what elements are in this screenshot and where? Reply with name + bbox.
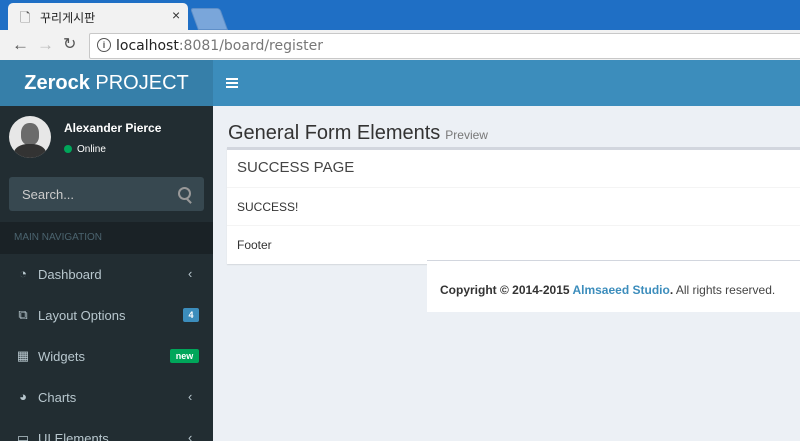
sidebar-item-layout-options[interactable]: ⧉ Layout Options 4 — [0, 295, 213, 336]
user-panel: Alexander Pierce Online — [0, 106, 213, 168]
page-title: General Form Elements Preview — [228, 122, 488, 144]
content-box: SUCCESS PAGE SUCCESS! Footer — [227, 147, 800, 264]
user-status[interactable]: Online — [64, 144, 106, 155]
sidebar-item-charts[interactable]: ◕ Charts ‹ — [0, 377, 213, 418]
section-header: MAIN NAVIGATION — [0, 222, 213, 254]
url-text: localhost:8081/board/register — [116, 38, 324, 54]
app-logo[interactable]: Zerock PROJECT — [0, 60, 213, 106]
address-bar[interactable]: i localhost:8081/board/register — [89, 33, 800, 59]
top-navbar — [213, 60, 800, 106]
browser-toolbar: ← → ↻ i localhost:8081/board/register — [0, 30, 800, 61]
box-title: SUCCESS PAGE — [237, 159, 355, 176]
back-arrow-icon[interactable]: ← — [12, 35, 29, 55]
box-footer-text: Footer — [237, 238, 272, 252]
copyright-text: Copyright © 2014-2015 Almsaeed Studio. A… — [440, 283, 776, 297]
search-icon[interactable] — [178, 187, 191, 200]
page-icon: 🗋 — [20, 10, 31, 25]
company-link[interactable]: Almsaeed Studio — [572, 283, 669, 297]
box-footer: Footer — [227, 226, 800, 263]
close-icon[interactable]: × — [172, 7, 180, 23]
dashboard-icon: ◔ — [19, 266, 27, 281]
page-footer: Copyright © 2014-2015 Almsaeed Studio. A… — [427, 260, 800, 312]
forward-arrow-icon[interactable]: → — [37, 35, 54, 55]
tab-title: 꾸리게시판 — [40, 11, 96, 25]
page-subtitle: Preview — [445, 128, 488, 142]
new-badge: new — [170, 349, 199, 363]
chevron-left-icon: ‹ — [188, 266, 193, 281]
laptop-icon: ▭ — [16, 430, 30, 441]
th-icon: ▦ — [16, 348, 30, 363]
browser-tab[interactable]: 🗋 꾸리게시판 × — [8, 3, 188, 30]
chevron-left-icon: ‹ — [188, 389, 193, 404]
sidebar-item-ui-elements[interactable]: ▭ UI Elements ‹ — [0, 418, 213, 441]
avatar — [9, 116, 51, 158]
count-badge: 4 — [183, 308, 199, 322]
browser-tab-strip: 🗋 꾸리게시판 × — [0, 0, 800, 30]
sidebar-search — [9, 177, 204, 211]
files-icon: ⧉ — [18, 307, 28, 322]
info-icon[interactable]: i — [97, 38, 111, 52]
box-body: SUCCESS! — [227, 188, 800, 226]
user-name: Alexander Pierce — [64, 121, 162, 135]
hamburger-menu-icon[interactable] — [226, 78, 238, 88]
reload-icon[interactable]: ↻ — [63, 35, 76, 55]
online-dot-icon — [64, 145, 72, 153]
box-header: SUCCESS PAGE — [227, 150, 800, 188]
search-input[interactable] — [9, 177, 182, 211]
sidebar-item-dashboard[interactable]: ◔ Dashboard ‹ — [0, 254, 213, 295]
chevron-left-icon: ‹ — [188, 430, 193, 441]
sidebar-item-widgets[interactable]: ▦ Widgets new — [0, 336, 213, 377]
box-body-text: SUCCESS! — [237, 200, 299, 214]
sidebar: Alexander Pierce Online MAIN NAVIGATION … — [0, 106, 213, 441]
pie-chart-icon: ◕ — [19, 389, 27, 404]
new-tab-button[interactable] — [189, 8, 229, 30]
